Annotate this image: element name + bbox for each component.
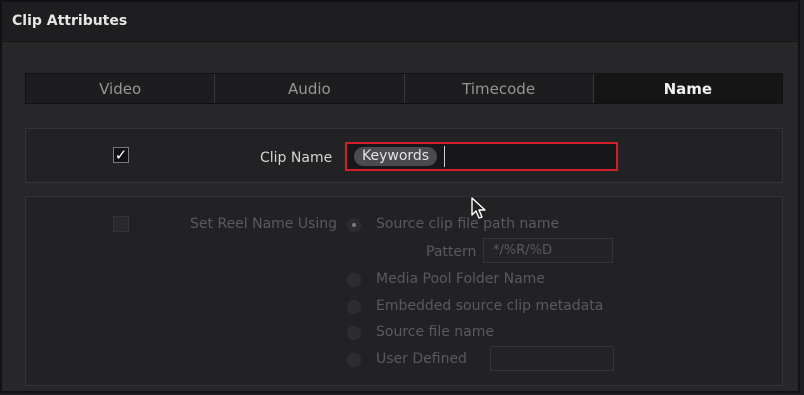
- radio-source-file-name[interactable]: [347, 326, 361, 340]
- source-clip-path-label: Source clip file path name: [376, 216, 560, 232]
- embedded-metadata-label: Embedded source clip metadata: [376, 298, 604, 314]
- source-file-name-label: Source file name: [376, 324, 495, 340]
- media-pool-folder-label: Media Pool Folder Name: [376, 271, 545, 287]
- clip-attributes-window: Clip Attributes Video Audio Timecode Nam…: [0, 0, 800, 393]
- radio-media-pool-folder[interactable]: [347, 273, 361, 287]
- tab-timecode[interactable]: Timecode: [405, 74, 594, 103]
- mouse-pointer-icon: [471, 197, 486, 219]
- text-caret: [444, 146, 445, 167]
- tab-video[interactable]: Video: [26, 74, 216, 103]
- title-bar: Clip Attributes: [2, 2, 798, 42]
- reel-name-checkbox[interactable]: [113, 216, 129, 232]
- tab-name[interactable]: Name: [593, 74, 782, 103]
- radio-embedded-metadata[interactable]: [347, 300, 361, 314]
- attribute-tabs: Video Audio Timecode Name: [25, 73, 783, 104]
- radio-source-clip-path[interactable]: [347, 218, 361, 232]
- user-defined-label: User Defined: [376, 351, 467, 367]
- clip-name-input[interactable]: Keywords: [345, 142, 618, 171]
- reel-name-label: Set Reel Name Using: [190, 216, 338, 232]
- pattern-field[interactable]: */%R/%D: [483, 238, 613, 263]
- clip-name-checkbox[interactable]: ✓: [113, 147, 129, 163]
- tab-audio[interactable]: Audio: [215, 74, 405, 103]
- user-defined-field[interactable]: [490, 346, 614, 371]
- window-title: Clip Attributes: [12, 13, 128, 29]
- pattern-label: Pattern: [426, 244, 477, 260]
- keywords-token[interactable]: Keywords: [354, 147, 438, 166]
- radio-user-defined[interactable]: [347, 353, 361, 367]
- clip-name-label: Clip Name: [260, 150, 333, 166]
